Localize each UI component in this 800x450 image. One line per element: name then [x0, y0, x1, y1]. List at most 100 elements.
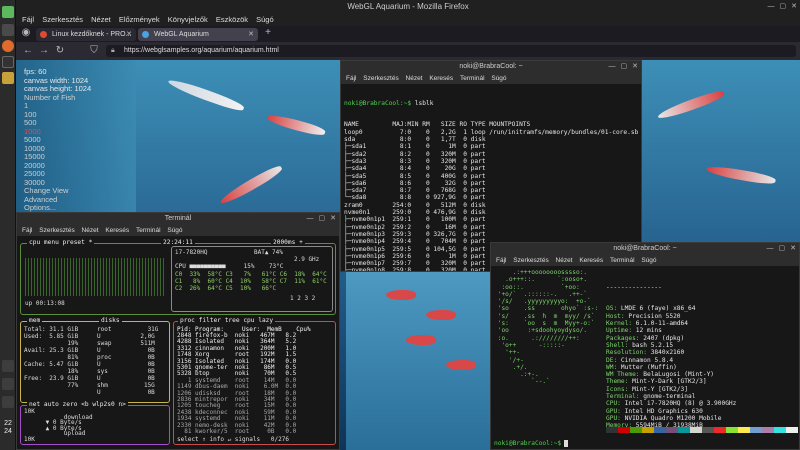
- menu-item-help[interactable]: Súgó: [167, 227, 182, 234]
- palette-swatch: [774, 427, 786, 433]
- refresh-rate[interactable]: 2000ms +: [271, 239, 305, 246]
- fish: [265, 112, 327, 138]
- menu-item-search[interactable]: Keresés: [429, 75, 453, 82]
- proc-box-header[interactable]: proc filter tree cpu lazy: [178, 317, 276, 324]
- menu-item-edit[interactable]: Szerkesztés: [513, 257, 548, 264]
- menu-item-search[interactable]: Keresés: [105, 227, 129, 234]
- reload-icon[interactable]: ↻: [54, 45, 66, 57]
- menu-item-edit[interactable]: Szerkesztés: [363, 75, 398, 82]
- menu-item-help[interactable]: Súgó: [256, 15, 274, 24]
- info-separator: ---------------: [606, 283, 662, 291]
- window-controls: — ▢ ✕: [604, 63, 639, 71]
- menu-item-view[interactable]: Nézet: [406, 75, 423, 82]
- lsblk-terminal-window[interactable]: noki@BrabraCool: ~ — ▢ ✕ Fájl Szerkesztés …: [340, 60, 642, 272]
- info-key: DE:: [606, 356, 618, 364]
- url-bar[interactable]: 🔒︎ https://webglsamples.org/aquarium/aqu…: [106, 45, 796, 57]
- menu-item-view[interactable]: Nézet: [82, 227, 99, 234]
- nav-bar: ← → ↻ ⛉ 🔒︎ https://webglsamples.org/aqua…: [16, 42, 800, 60]
- menu-item-file[interactable]: Fájl: [496, 257, 506, 264]
- menu-item-search[interactable]: Keresés: [579, 257, 603, 264]
- show-desktop-icon[interactable]: [2, 24, 14, 36]
- info-value: Intel HD Graphics 630: [620, 407, 703, 415]
- battery-icon[interactable]: [2, 396, 14, 408]
- volume-icon[interactable]: [2, 378, 14, 390]
- menu-item-file[interactable]: Fájl: [22, 15, 34, 24]
- info-key: Shell:: [606, 341, 629, 349]
- menu-item-history[interactable]: Előzmények: [119, 15, 160, 24]
- ascii-art-line: 'so .ss ohyo` :s-:: [494, 305, 599, 313]
- tab-close-icon[interactable]: ✕: [248, 28, 254, 41]
- lock-icon[interactable]: 🔒︎: [111, 45, 115, 57]
- window-title: WebGL Aquarium - Mozilla Firefox: [16, 0, 800, 14]
- close-icon[interactable]: ✕: [330, 215, 336, 222]
- cpu-model: i7-7820HQ: [175, 249, 208, 256]
- maximize-icon[interactable]: ▢: [779, 245, 786, 252]
- net-box-header[interactable]: net auto zero <b wlp2s0 n>: [27, 401, 128, 408]
- menu-item-view[interactable]: Nézet: [556, 257, 573, 264]
- proc-row[interactable]: 81 kworker/5 root 0B 0.0: [177, 428, 296, 435]
- battery-status: BAT▲ 74%: [254, 249, 283, 256]
- shield-icon[interactable]: ⛉: [88, 45, 100, 57]
- menu-item-terminal[interactable]: Terminál: [136, 227, 161, 234]
- menu-item-terminal[interactable]: Terminál: [610, 257, 635, 264]
- btop-proc-box: proc filter tree cpu lazy Pid: Program: …: [173, 317, 336, 445]
- proc-list[interactable]: 2848 firefox-b noki 467M 8.2 4288 Isolate…: [177, 332, 296, 436]
- close-icon[interactable]: ✕: [790, 245, 796, 252]
- menu-item-terminal[interactable]: Terminál: [460, 75, 485, 82]
- clock-minute[interactable]: 24: [0, 428, 16, 435]
- info-key: WM Theme:: [606, 371, 640, 379]
- mem-box-header[interactable]: mem: [27, 317, 43, 324]
- network-icon[interactable]: [2, 360, 14, 372]
- minimize-icon[interactable]: —: [609, 63, 616, 70]
- firefox-icon[interactable]: [2, 40, 14, 52]
- info-value: 12 mins: [632, 327, 662, 335]
- maximize-icon[interactable]: ▢: [319, 215, 326, 222]
- menu-item-file[interactable]: Fájl: [22, 227, 32, 234]
- menu-item-view[interactable]: Nézet: [91, 15, 111, 24]
- terminal-icon[interactable]: [2, 56, 14, 68]
- palette-swatch: [618, 427, 630, 433]
- info-value: bash 5.2.15: [628, 341, 674, 349]
- files-icon[interactable]: [2, 72, 14, 84]
- neofetch-terminal-window[interactable]: noki@BrabraCool: ~ — ▢ ✕ Fájl Szerkesztés …: [490, 242, 800, 450]
- minimize-icon[interactable]: —: [768, 3, 775, 10]
- info-key: WM:: [606, 363, 618, 371]
- info-value: Precision 5520: [624, 312, 681, 320]
- disks-box-header[interactable]: disks: [99, 317, 122, 324]
- btop-terminal-window[interactable]: Terminál — ▢ ✕ Fájl Szerkesztés Nézet Kere…: [16, 212, 340, 450]
- disk-stat-line: root 31G: [97, 326, 159, 333]
- cpu-core-row: C0 33% 58°C C3 7% 61°C C6 18% 64°C: [175, 271, 327, 278]
- ascii-art-line: 'o++ -:::::-: [494, 341, 565, 349]
- maximize-icon[interactable]: ▢: [780, 3, 787, 10]
- disk-stat-line: proc 0B: [97, 354, 155, 361]
- close-icon[interactable]: ✕: [632, 63, 638, 70]
- cpu-core-row: C2 26% 64°C C5 10% 66°C: [175, 285, 277, 292]
- tab-close-icon[interactable]: ✕: [126, 28, 132, 41]
- menu-item-bookmarks[interactable]: Könyvjelzők: [168, 15, 208, 24]
- menu-item-help[interactable]: Súgó: [491, 75, 506, 82]
- close-icon[interactable]: ✕: [791, 3, 797, 10]
- menu-item-file[interactable]: Fájl: [346, 75, 356, 82]
- ascii-art-line: `--.`: [494, 378, 550, 386]
- menu-item-edit[interactable]: Szerkesztés: [39, 227, 74, 234]
- info-key: Terminal:: [606, 393, 640, 401]
- new-tab-icon[interactable]: +: [262, 27, 274, 39]
- menu-icon[interactable]: [2, 6, 14, 18]
- info-key: OS:: [606, 305, 618, 313]
- minimize-icon[interactable]: —: [307, 215, 314, 222]
- tab-linux[interactable]: Linux kezdőknek - PRO... ✕: [36, 28, 136, 41]
- clock-hour[interactable]: 22: [0, 420, 16, 427]
- menu-item-help[interactable]: Súgó: [641, 257, 656, 264]
- menu-item-edit[interactable]: Szerkesztés: [42, 15, 83, 24]
- forward-icon[interactable]: →: [38, 45, 50, 57]
- info-value: Mint-Y-Dark [GTK2/3]: [628, 378, 707, 386]
- cpu-box-header[interactable]: cpu menu preset *: [27, 239, 95, 246]
- lsblk-row: ├─nvme0n1p1 259:1 0 100M 0 part: [344, 216, 486, 224]
- tab-webgl-aquarium[interactable]: WebGL Aquarium ✕: [138, 28, 258, 41]
- command-line[interactable]: noki@BrabraCool:~$: [494, 440, 796, 447]
- minimize-icon[interactable]: —: [767, 245, 774, 252]
- menu-item-tools[interactable]: Eszközök: [216, 15, 248, 24]
- back-icon[interactable]: ←: [22, 45, 34, 57]
- maximize-icon[interactable]: ▢: [621, 63, 628, 70]
- firefox-view-icon[interactable]: ◉: [20, 27, 32, 39]
